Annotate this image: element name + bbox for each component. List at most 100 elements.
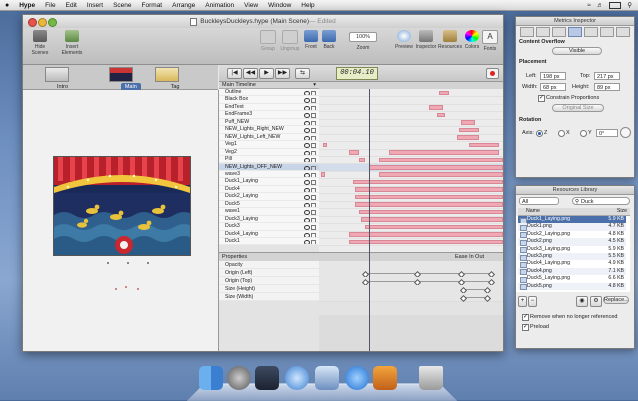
animation-segment[interactable] bbox=[437, 112, 445, 118]
lock-icon[interactable] bbox=[311, 158, 316, 163]
lock-icon[interactable] bbox=[311, 113, 316, 118]
layer-row[interactable]: Duck3 bbox=[219, 223, 319, 231]
resource-row[interactable]: Duck2.png 4.5 KB bbox=[518, 238, 626, 246]
resource-row[interactable]: Duck3_Laying.png 5.9 KB bbox=[518, 246, 626, 254]
menu-arrange[interactable]: Arrange bbox=[172, 2, 195, 9]
lock-icon[interactable] bbox=[311, 91, 316, 96]
visibility-eye-icon[interactable] bbox=[304, 240, 310, 245]
info-tab-icon[interactable] bbox=[600, 27, 614, 37]
text-tab-icon[interactable] bbox=[584, 27, 598, 37]
visibility-eye-icon[interactable] bbox=[304, 187, 310, 193]
menu-format[interactable]: Format bbox=[142, 2, 163, 9]
visibility-eye-icon[interactable] bbox=[304, 158, 310, 163]
animation-segment[interactable] bbox=[369, 165, 503, 170]
visibility-eye-icon[interactable] bbox=[304, 202, 310, 208]
insert-elements-button[interactable]: Insert Elements bbox=[56, 30, 88, 56]
lock-icon[interactable] bbox=[311, 165, 316, 170]
scene-stage[interactable] bbox=[53, 156, 191, 256]
visibility-eye-icon[interactable] bbox=[304, 113, 310, 118]
animation-segment[interactable] bbox=[349, 232, 503, 237]
lock-icon[interactable] bbox=[311, 135, 316, 141]
document-tab-icon[interactable] bbox=[520, 27, 534, 37]
animation-segment[interactable] bbox=[379, 157, 503, 163]
preview-resource-icon[interactable]: ◉ bbox=[576, 296, 588, 307]
resource-row[interactable]: Duck1_Laying.png 5.9 KB bbox=[518, 216, 626, 224]
width-field[interactable]: 68 px bbox=[540, 83, 566, 91]
animation-segment[interactable] bbox=[461, 120, 475, 125]
zoom-field[interactable]: 100% bbox=[349, 32, 377, 42]
visibility-eye-icon[interactable] bbox=[304, 172, 310, 178]
safari-icon[interactable] bbox=[285, 366, 309, 390]
finder-icon[interactable] bbox=[199, 366, 223, 390]
preview-app-icon[interactable] bbox=[315, 366, 339, 390]
animation-segment[interactable] bbox=[359, 157, 365, 163]
resources-button[interactable]: Resources bbox=[438, 30, 462, 50]
animation-segment[interactable] bbox=[389, 150, 499, 155]
resource-row[interactable]: Duck4.png 7.1 KB bbox=[518, 267, 626, 276]
layer-row[interactable]: Puff_NEW bbox=[219, 118, 319, 127]
remove-unreferenced-checkbox[interactable] bbox=[522, 313, 529, 321]
zoom-window-button[interactable] bbox=[48, 18, 57, 27]
menu-view[interactable]: View bbox=[244, 2, 258, 9]
layer-row[interactable]: Duck1 bbox=[219, 238, 319, 246]
animation-segment[interactable] bbox=[355, 194, 503, 200]
visibility-eye-icon[interactable] bbox=[304, 195, 310, 200]
top-field[interactable]: 217 px bbox=[594, 72, 620, 80]
ungroup-button[interactable]: Ungroup bbox=[279, 30, 301, 52]
settings-gear-icon[interactable]: ⚙ bbox=[590, 296, 602, 307]
animation-segment[interactable] bbox=[379, 172, 503, 177]
layer-row[interactable]: NEW_Lights_OFF_NEW bbox=[219, 163, 319, 171]
layer-row[interactable]: Veg2 bbox=[219, 148, 319, 157]
menu-scene[interactable]: Scene bbox=[113, 2, 131, 9]
axis-z-radio[interactable] bbox=[536, 130, 543, 137]
layer-row[interactable]: Duck5 bbox=[219, 200, 319, 209]
identity-tab-icon[interactable] bbox=[616, 27, 630, 37]
lock-icon[interactable] bbox=[311, 128, 316, 133]
resource-row[interactable]: Duck2_Laying.png 4.8 KB bbox=[518, 231, 626, 239]
animation-segment[interactable] bbox=[323, 142, 327, 148]
lock-icon[interactable] bbox=[311, 240, 316, 245]
lock-icon[interactable] bbox=[311, 202, 316, 208]
hide-scenes-button[interactable]: Hide Scenes bbox=[27, 30, 53, 56]
resource-row[interactable]: Duck5.png 4.8 KB bbox=[518, 282, 626, 291]
animation-segment[interactable] bbox=[469, 142, 499, 148]
go-to-start-button[interactable]: |◀ bbox=[227, 68, 242, 79]
lock-icon[interactable] bbox=[311, 143, 316, 148]
animation-segment[interactable] bbox=[429, 105, 443, 110]
lock-icon[interactable] bbox=[311, 120, 316, 126]
content-overflow-select[interactable]: Visible bbox=[552, 47, 602, 55]
easing-dropdown[interactable]: Ease In Out bbox=[455, 253, 484, 261]
layer-row[interactable]: Outline bbox=[219, 89, 319, 97]
animation-segment[interactable] bbox=[355, 187, 503, 192]
timeline-tracks[interactable] bbox=[319, 89, 503, 252]
loop-button[interactable]: ⇆ bbox=[295, 68, 310, 79]
size-column-header[interactable]: Size bbox=[617, 208, 627, 215]
lock-icon[interactable] bbox=[311, 225, 316, 230]
property-row[interactable]: Origin (Left) bbox=[219, 269, 319, 277]
scene-tag-line[interactable]: Tag Line bbox=[151, 67, 183, 98]
scene-intro[interactable]: Intro bbox=[41, 67, 73, 90]
axis-x-radio[interactable] bbox=[558, 130, 565, 137]
hype-app-icon[interactable] bbox=[373, 366, 397, 390]
visibility-eye-icon[interactable] bbox=[304, 143, 310, 148]
lock-icon[interactable] bbox=[311, 180, 316, 185]
scene-canvas[interactable] bbox=[23, 90, 219, 351]
play-button[interactable]: ▶ bbox=[259, 68, 274, 79]
layer-row[interactable]: NEW_Lights_Right_NEW bbox=[219, 126, 319, 134]
menu-file[interactable]: File bbox=[45, 2, 55, 9]
name-column-header[interactable]: Name bbox=[526, 208, 540, 215]
property-row[interactable]: Size (Height) bbox=[219, 285, 319, 293]
lock-icon[interactable] bbox=[311, 172, 316, 178]
menu-hype[interactable]: Hype bbox=[19, 2, 35, 9]
scene-tab-icon[interactable] bbox=[536, 27, 550, 37]
colors-button[interactable]: Colors bbox=[464, 30, 480, 50]
layer-row[interactable]: Duck1_Laying bbox=[219, 178, 319, 186]
visibility-eye-icon[interactable] bbox=[304, 180, 310, 185]
visibility-eye-icon[interactable] bbox=[304, 91, 310, 96]
timeline-selector[interactable]: Main Timeline ▾ bbox=[219, 82, 319, 89]
rotation-field[interactable]: 0° bbox=[596, 129, 618, 137]
preload-checkbox[interactable] bbox=[522, 323, 529, 331]
visibility-eye-icon[interactable] bbox=[304, 105, 310, 111]
animation-segment[interactable] bbox=[321, 172, 325, 177]
layer-row[interactable]: Duck3_Laying bbox=[219, 215, 319, 224]
